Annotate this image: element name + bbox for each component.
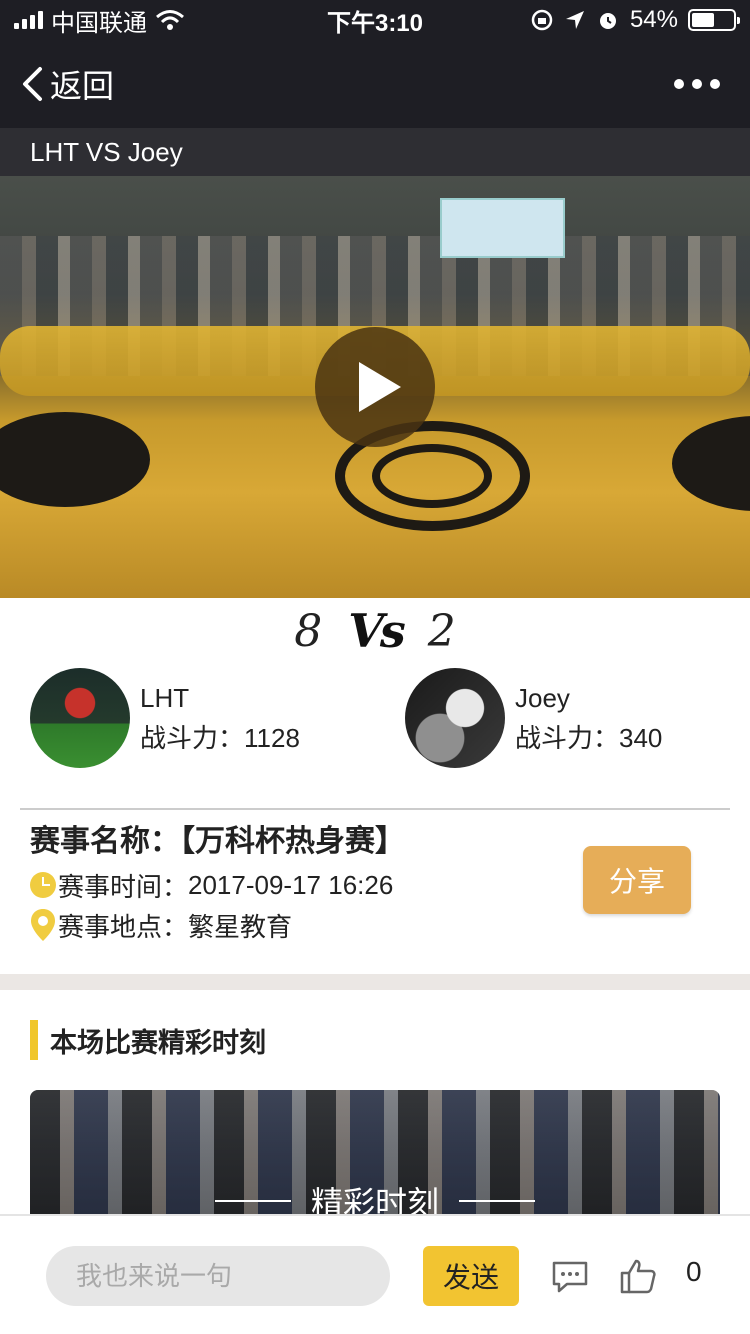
battery-icon: [688, 9, 740, 31]
status-right: 54%: [476, 6, 740, 34]
match-name-label: 赛事名称：: [30, 825, 180, 858]
team-home[interactable]: LHT 战斗力：1128: [30, 668, 300, 768]
team-power: 战斗力：1128: [140, 718, 300, 758]
video-banner: [440, 198, 565, 258]
back-button[interactable]: 返回: [20, 61, 114, 107]
comment-icon[interactable]: [551, 1260, 589, 1294]
battery-fill: [692, 13, 714, 27]
video-floor-logo-right: [672, 416, 750, 511]
wifi-icon: [156, 10, 184, 30]
back-label: 返回: [50, 68, 115, 104]
video-player[interactable]: [0, 176, 750, 598]
status-bar: 中国联通 下午3:10 54%: [0, 0, 750, 40]
video-floor-circle-inner: [372, 444, 492, 508]
team-away[interactable]: Joey 战斗力：340: [405, 668, 662, 768]
match-place-label: 赛事地点：: [58, 911, 189, 942]
video-floor-logo-left: [0, 412, 150, 507]
team-name: Joey: [515, 683, 570, 713]
home-score: 8: [294, 605, 323, 657]
highlight-card-label: 精彩时刻: [310, 1185, 439, 1214]
avatar[interactable]: [405, 668, 505, 768]
send-button[interactable]: 发送: [423, 1246, 519, 1306]
divider: [20, 808, 730, 810]
title-line-right: [459, 1200, 535, 1202]
battery-percent: 54%: [629, 6, 678, 33]
orientation-lock-icon: [531, 9, 553, 31]
nav-bar: 返回: [0, 40, 750, 128]
section-accent-bar: [30, 1020, 38, 1060]
match-name: 赛事名称：【万科杯热身赛】: [30, 820, 405, 864]
team-info: Joey 战斗力：340: [515, 678, 662, 758]
more-icon[interactable]: [664, 69, 730, 99]
play-icon[interactable]: [315, 327, 435, 447]
alarm-icon: [599, 13, 616, 29]
location-pin-icon: [31, 909, 55, 941]
match-place-value: 繁星教育: [188, 911, 293, 942]
power-label: 战斗力：: [140, 723, 245, 753]
team-power: 战斗力：340: [515, 718, 662, 758]
power-value: 1128: [244, 723, 300, 753]
match-place: 赛事地点： 繁星教育: [30, 905, 292, 945]
power-value: 340: [619, 723, 663, 753]
share-button[interactable]: 分享: [583, 846, 691, 914]
score-display: 8 Vs 2: [0, 598, 750, 664]
match-title: LHT VS Joey: [0, 128, 750, 176]
match-name-value: 【万科杯热身赛】: [180, 825, 405, 858]
carrier-label: 中国联通: [51, 9, 147, 37]
like-count: 0: [686, 1256, 702, 1287]
match-time-value: 2017-09-17 16:26: [188, 869, 394, 900]
match-time-label: 赛事时间：: [58, 871, 189, 902]
clock-icon: [30, 872, 56, 898]
status-time: 下午3:10: [326, 9, 424, 37]
section-separator: [0, 974, 750, 990]
team-info: LHT 战斗力：1128: [140, 678, 300, 758]
comment-input[interactable]: [46, 1246, 390, 1306]
thumbs-up-icon[interactable]: [619, 1258, 657, 1294]
status-left: 中国联通: [14, 3, 274, 38]
location-icon: [565, 11, 584, 29]
title-line-left: [214, 1200, 291, 1202]
power-label: 战斗力：: [515, 723, 620, 753]
match-time: 赛事时间： 2017-09-17 16:26: [30, 865, 393, 905]
vs-label: Vs: [348, 604, 406, 658]
signal-icon: [14, 11, 43, 29]
avatar[interactable]: [30, 668, 130, 768]
chevron-left-icon: [23, 67, 42, 101]
highlight-card[interactable]: 精彩时刻: [30, 1090, 720, 1214]
section-title: 本场比赛精彩时刻: [50, 1027, 266, 1058]
away-score: 2: [427, 605, 456, 657]
team-name: LHT: [140, 683, 190, 713]
highlight-card-title: 精彩时刻: [30, 1178, 720, 1214]
bottom-bar: 发送 0: [0, 1214, 750, 1334]
highlights-header: 本场比赛精彩时刻: [30, 1020, 266, 1060]
